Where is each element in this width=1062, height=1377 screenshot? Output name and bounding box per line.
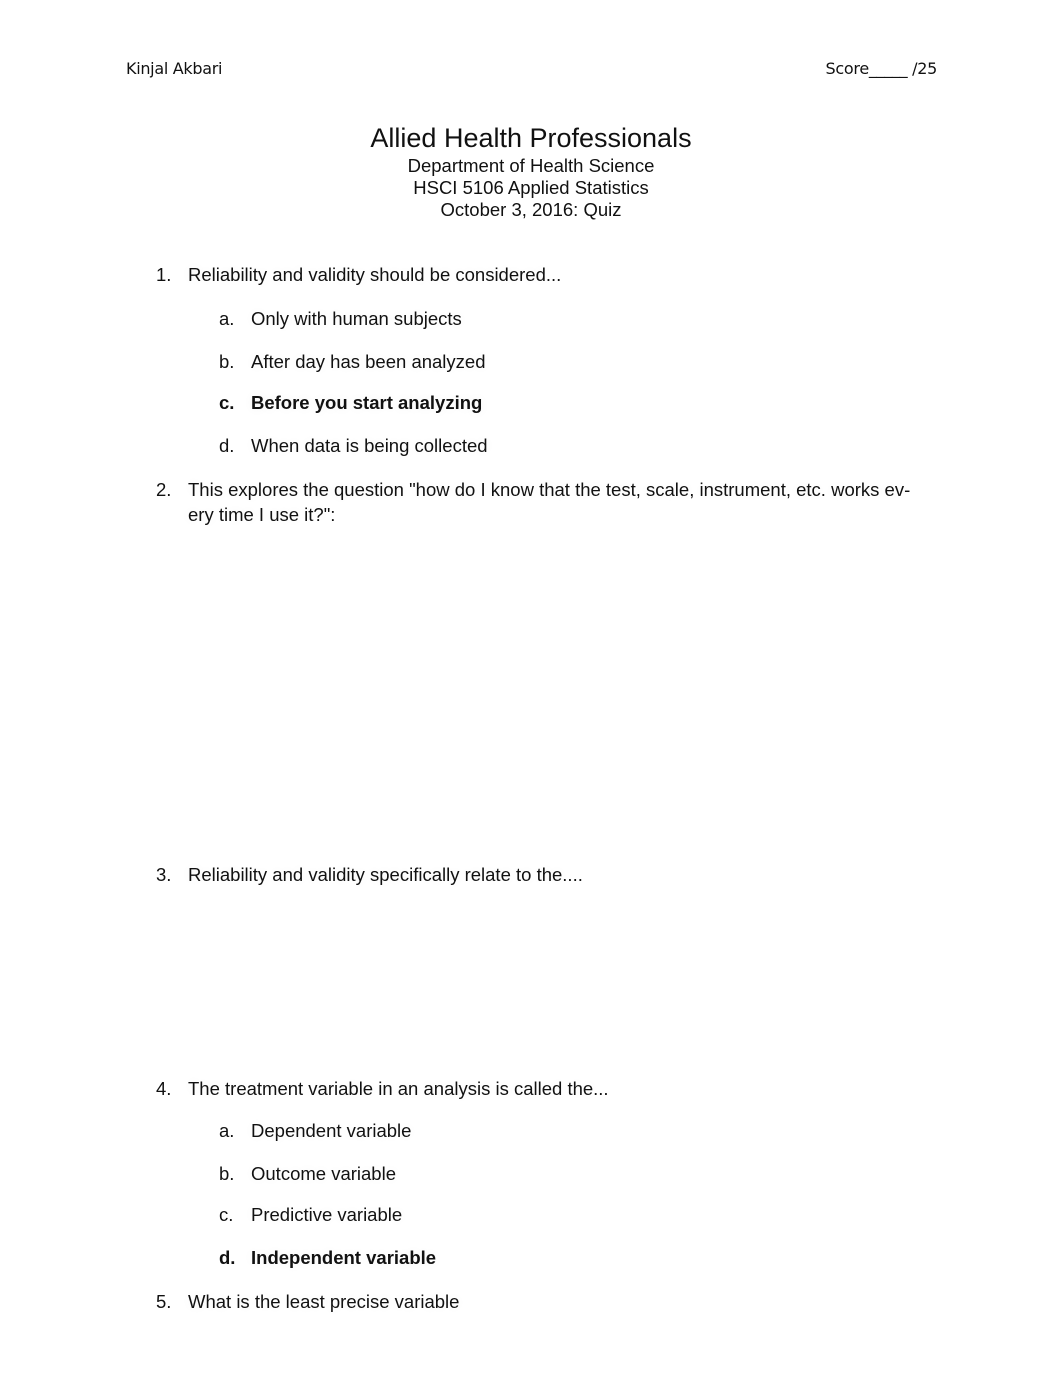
option-text: When data is being collected [251, 435, 488, 456]
question-text-line-2: ery time I use it?": [188, 504, 336, 525]
option-letter: d. [219, 435, 235, 456]
option-letter: b. [219, 351, 235, 372]
option-text: Predictive variable [251, 1204, 403, 1225]
option-letter: c. [219, 1204, 234, 1225]
question-text: Reliability and validity should be consi… [188, 264, 562, 285]
quiz-date: October 3, 2016: Quiz [440, 199, 622, 220]
student-name: Kinjal Akbari [126, 59, 223, 78]
question-text-line-1: This explores the question "how do I kno… [188, 479, 911, 500]
option-text: Only with human subjects [251, 308, 462, 329]
option-text: After day has been analyzed [251, 351, 486, 372]
question-number: 4. [156, 1078, 172, 1099]
option-letter: d. [219, 1247, 236, 1268]
quiz-page: Kinjal Akbari Score_____ /25 Allied Heal… [0, 0, 1062, 1377]
question-text: Reliability and validity specifically re… [188, 864, 583, 885]
option-letter: c. [219, 392, 235, 413]
question-number: 2. [156, 479, 172, 500]
option-letter: b. [219, 1163, 235, 1184]
question-2-answer-space [188, 535, 928, 855]
option-text: Dependent variable [251, 1120, 412, 1141]
option-text: Outcome variable [251, 1163, 396, 1184]
title-block: Allied Health Professionals Department o… [0, 121, 1062, 221]
question-number: 5. [156, 1291, 172, 1312]
option-text: Before you start analyzing [251, 392, 483, 413]
question-text: The treatment variable in an analysis is… [188, 1078, 609, 1099]
question-number: 3. [156, 864, 172, 885]
option-text: Independent variable [251, 1247, 437, 1268]
score-field: Score_____ /25 [825, 59, 938, 78]
document-title: Allied Health Professionals [370, 123, 692, 153]
question-number: 1. [156, 264, 172, 285]
question-3-answer-space [188, 895, 928, 1055]
option-letter: a. [219, 308, 235, 329]
question-text: What is the least precise variable [188, 1291, 460, 1312]
course-name: HSCI 5106 Applied Statistics [413, 177, 649, 198]
option-letter: a. [219, 1120, 235, 1141]
department-name: Department of Health Science [407, 155, 655, 176]
